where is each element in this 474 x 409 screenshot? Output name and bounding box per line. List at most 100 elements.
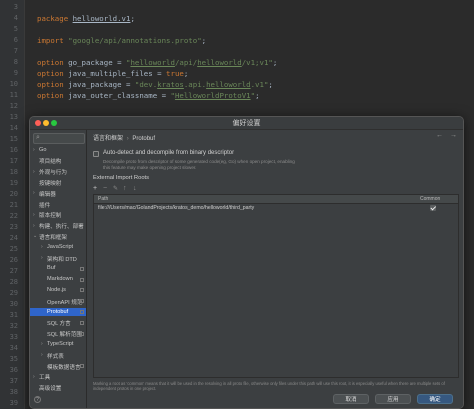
apply-button[interactable]: 应用 [375,394,411,404]
sidebar-item[interactable]: › JavaScript [30,243,86,251]
sidebar-item[interactable]: › 工具 [30,373,86,382]
chevron-icon[interactable]: › [33,212,35,218]
sidebar-item[interactable]: Node.js [30,286,86,294]
sidebar-item[interactable]: SQL 解析范围 [30,330,86,338]
sidebar-item[interactable]: › 编辑器 [30,189,86,198]
breadcrumb-parent[interactable]: 语言和框架 [93,136,123,142]
sidebar-item-label: Buf [47,265,56,272]
history-nav: ← → [436,132,457,139]
move-down-icon[interactable]: ↓ [133,185,137,192]
breadcrumb: 语言和框架 › Protobuf [93,133,155,142]
help-icon[interactable]: ? [34,396,41,403]
sidebar-item[interactable]: › 构建、执行、部署 [30,222,86,231]
line-number: 7 [13,47,18,55]
line-number: 34 [9,344,18,352]
line-number: 30 [9,300,18,308]
sidebar-item[interactable]: 插件 [30,200,86,209]
chevron-icon[interactable]: › [33,223,35,229]
sidebar-item-label: 架构和 DTD [47,256,77,263]
sidebar-item[interactable]: Buf [30,265,86,273]
chevron-icon[interactable]: › [33,190,35,196]
line-number: 8 [13,58,18,66]
root-path-cell[interactable]: file:///Users/mac/GolandProjects/kratos_… [98,205,254,211]
option-name: java_package = [63,80,135,89]
project-scope-icon [80,331,84,336]
string-part: "dev. [134,80,158,89]
string-part: /api/ [174,58,198,67]
sidebar-item[interactable]: 项目结构 [30,157,86,165]
add-icon[interactable]: + [93,185,97,192]
protobuf-settings-panel: 语言和框架 › Protobuf ← → Auto-detect and dec… [87,130,463,408]
settings-search-input[interactable]: ⌕ [33,133,85,144]
sidebar-item[interactable]: 按键映射 [30,178,86,187]
dialog-title: 偏好设置 [232,120,261,127]
remove-icon[interactable]: − [103,185,107,192]
auto-detect-description: Decompile proto from descriptor of some … [103,159,295,170]
chevron-icon[interactable]: › [41,255,43,261]
ok-button[interactable]: 确定 [417,394,453,404]
code-line-java-multiple-files[interactable]: option java_multiple_files = true; [37,69,188,78]
sidebar-item[interactable]: › 版本控制 [30,211,86,220]
project-scope-icon [80,320,84,325]
column-header-common[interactable]: Common [420,196,440,202]
auto-detect-label[interactable]: Auto-detect and decompile from binary de… [103,150,234,156]
cancel-button[interactable]: 取消 [333,394,369,404]
code-line-java-outer-classname[interactable]: option java_outer_classname = "Helloworl… [37,91,260,100]
code-line-go-package[interactable]: option go_package = "helloworld/api/hell… [37,58,277,67]
common-checkbox[interactable] [430,205,436,211]
sidebar-item-label: 工具 [39,375,51,382]
sidebar-item[interactable]: ⌄ 语言和框架 [30,232,86,241]
line-number: 24 [9,234,18,242]
breadcrumb-current: Protobuf [132,136,156,142]
line-number: 22 [9,212,18,220]
sidebar-item[interactable]: Markdown [30,276,86,284]
chevron-icon[interactable]: › [33,169,35,175]
back-arrow-icon[interactable]: ← [436,132,443,139]
sidebar-item-label: 外观与行为 [39,170,67,177]
project-scope-icon [80,364,84,368]
line-number: 27 [9,267,18,275]
edit-icon[interactable]: ✎ [113,185,118,192]
keyword: option [37,80,64,89]
project-scope-icon [80,288,84,293]
sidebar-item[interactable]: Protobuf [30,308,86,316]
sidebar-item[interactable]: SQL 方言 [30,319,86,327]
sidebar-item[interactable]: 模板数据语言 [30,362,86,371]
line-number: 4 [13,14,18,22]
line-number: 33 [9,333,18,341]
line-number-gutter: 3 4 5 6 7 8 9 10 11 12 13 14 15 16 17 18 19 20 21 22 23 24 25 2… [0,0,25,409]
code-line-java-package[interactable]: option java_package = "dev.kratos.api.he… [37,80,273,89]
sidebar-item[interactable]: 高级设置 [30,384,86,392]
code-line-package[interactable]: package helloworld.v1; [37,14,135,23]
line-number: 11 [9,91,18,99]
code-line-import[interactable]: import "google/api/annotations.proto"; [37,36,206,45]
sidebar-item[interactable]: › 样式表 [30,351,86,360]
chevron-icon[interactable]: › [33,147,35,153]
column-header-path[interactable]: Path [98,196,108,202]
semicolon: ; [201,36,207,45]
chevron-icon[interactable]: › [41,341,43,347]
sidebar-item[interactable]: › Go [30,146,86,154]
chevron-icon[interactable]: › [41,244,43,250]
chevron-icon[interactable]: › [33,374,35,380]
sidebar-item[interactable]: › TypeScript [30,340,86,348]
keyword: option [37,91,64,100]
chevron-icon[interactable]: › [41,352,43,358]
sidebar-item[interactable]: › 架构和 DTD [30,254,86,263]
sidebar-item[interactable]: › 外观与行为 [30,168,86,177]
table-row[interactable]: file:///Users/mac/GolandProjects/kratos_… [94,204,458,213]
line-number: 28 [9,278,18,286]
table-header: Path Common [94,195,458,204]
sidebar-item-label: SQL 方言 [47,321,71,328]
line-number: 39 [9,399,18,407]
breadcrumb-separator: › [126,136,129,142]
sidebar-item-label: 语言和框架 [39,234,67,241]
line-number: 12 [9,102,18,110]
auto-detect-checkbox[interactable] [93,151,99,157]
sidebar-item[interactable]: OpenAPI 规范 [30,297,86,306]
move-up-icon[interactable]: ↑ [123,185,127,192]
forward-arrow-icon[interactable]: → [450,132,457,139]
string-part: helloworld [197,58,242,67]
common-root-note: Marking a root as 'common' means that it… [93,381,445,391]
chevron-icon[interactable]: ⌄ [33,233,37,239]
